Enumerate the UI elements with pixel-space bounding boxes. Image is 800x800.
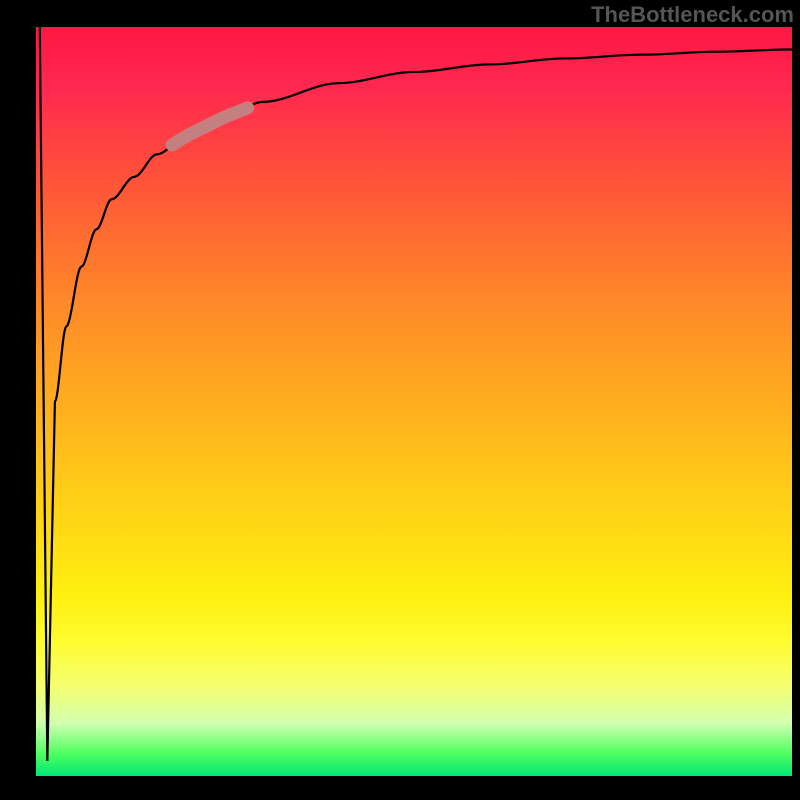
- curve-layer: [36, 27, 792, 776]
- plot-area: [36, 27, 792, 776]
- attribution-text: TheBottleneck.com: [591, 2, 794, 28]
- highlight-segment: [172, 108, 248, 145]
- curve-main: [55, 49, 792, 401]
- curve-spike: [40, 27, 55, 761]
